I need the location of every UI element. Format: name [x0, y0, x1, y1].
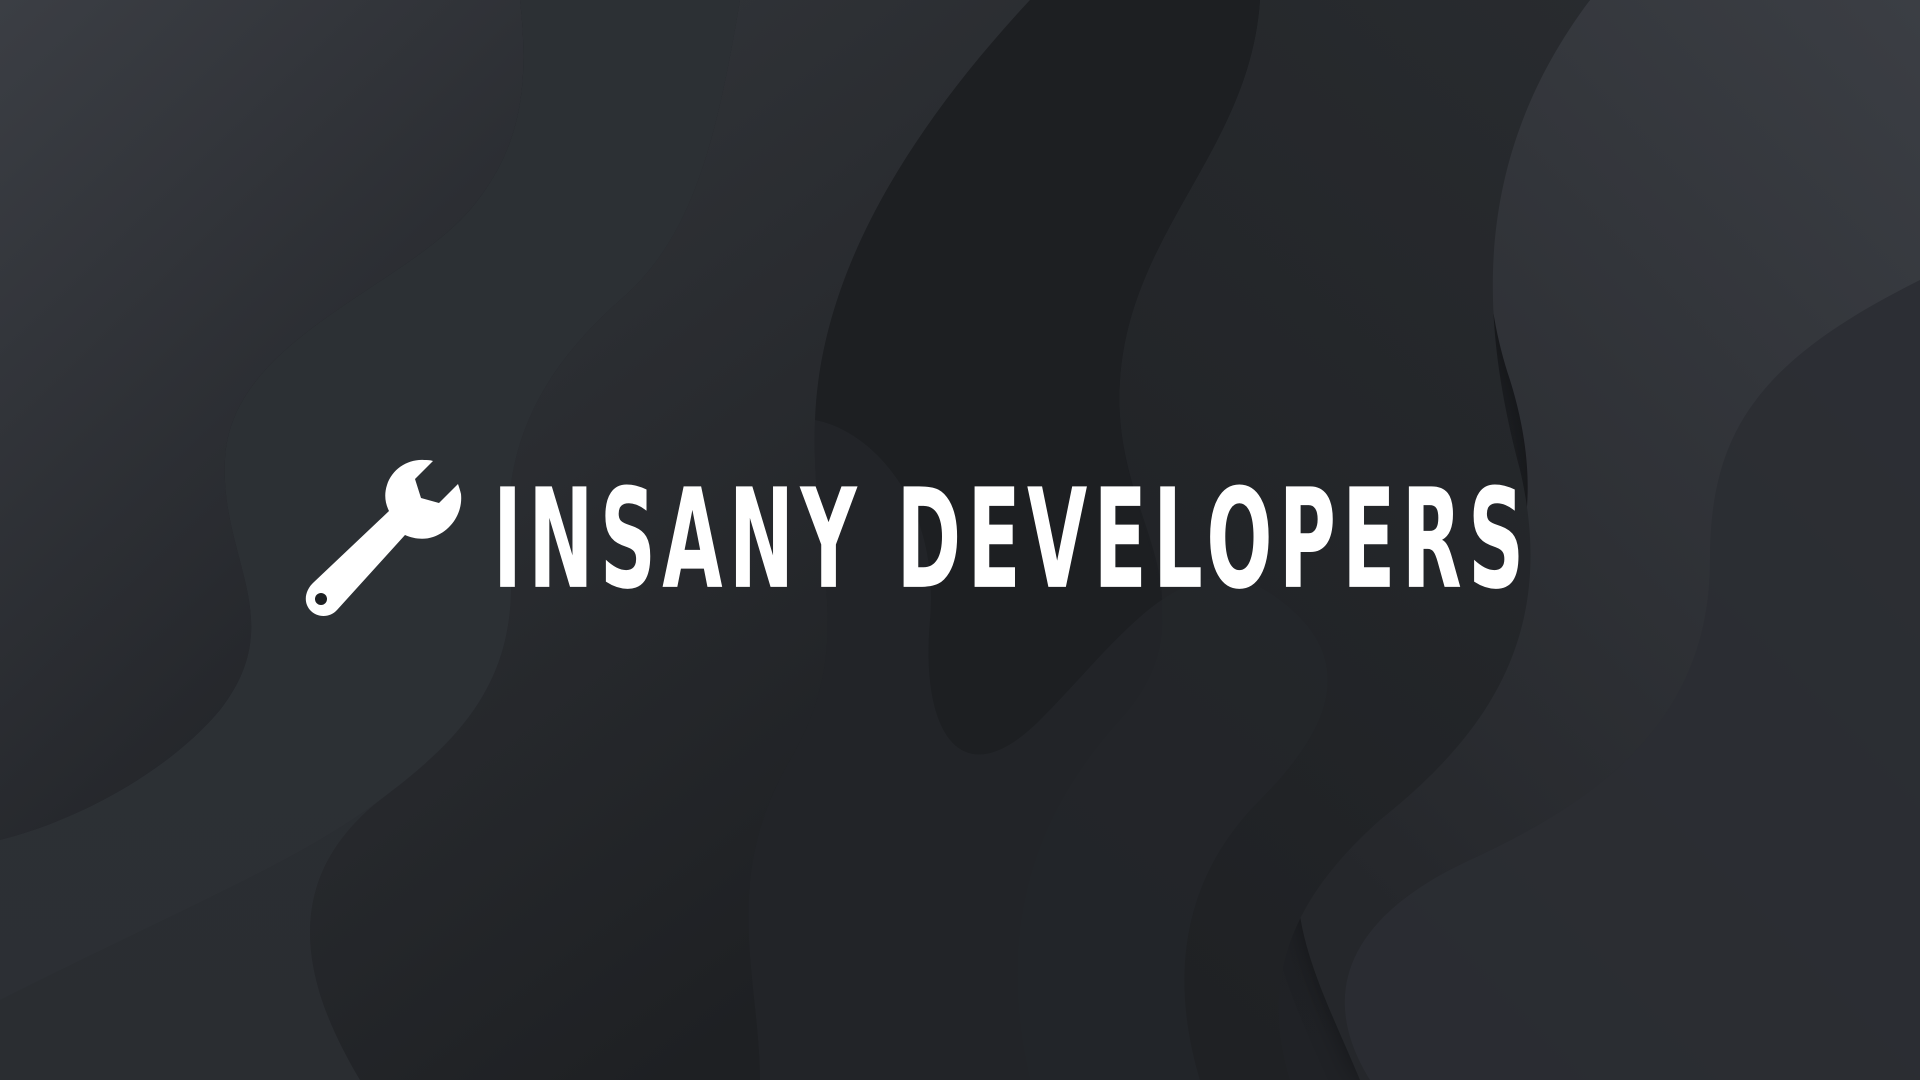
wrench-icon	[305, 459, 462, 616]
brand-logo: INSANY DEVELOPERS	[300, 455, 1823, 625]
banner: INSANY DEVELOPERS	[0, 0, 1920, 1080]
brand-title: INSANY DEVELOPERS	[493, 458, 1531, 621]
